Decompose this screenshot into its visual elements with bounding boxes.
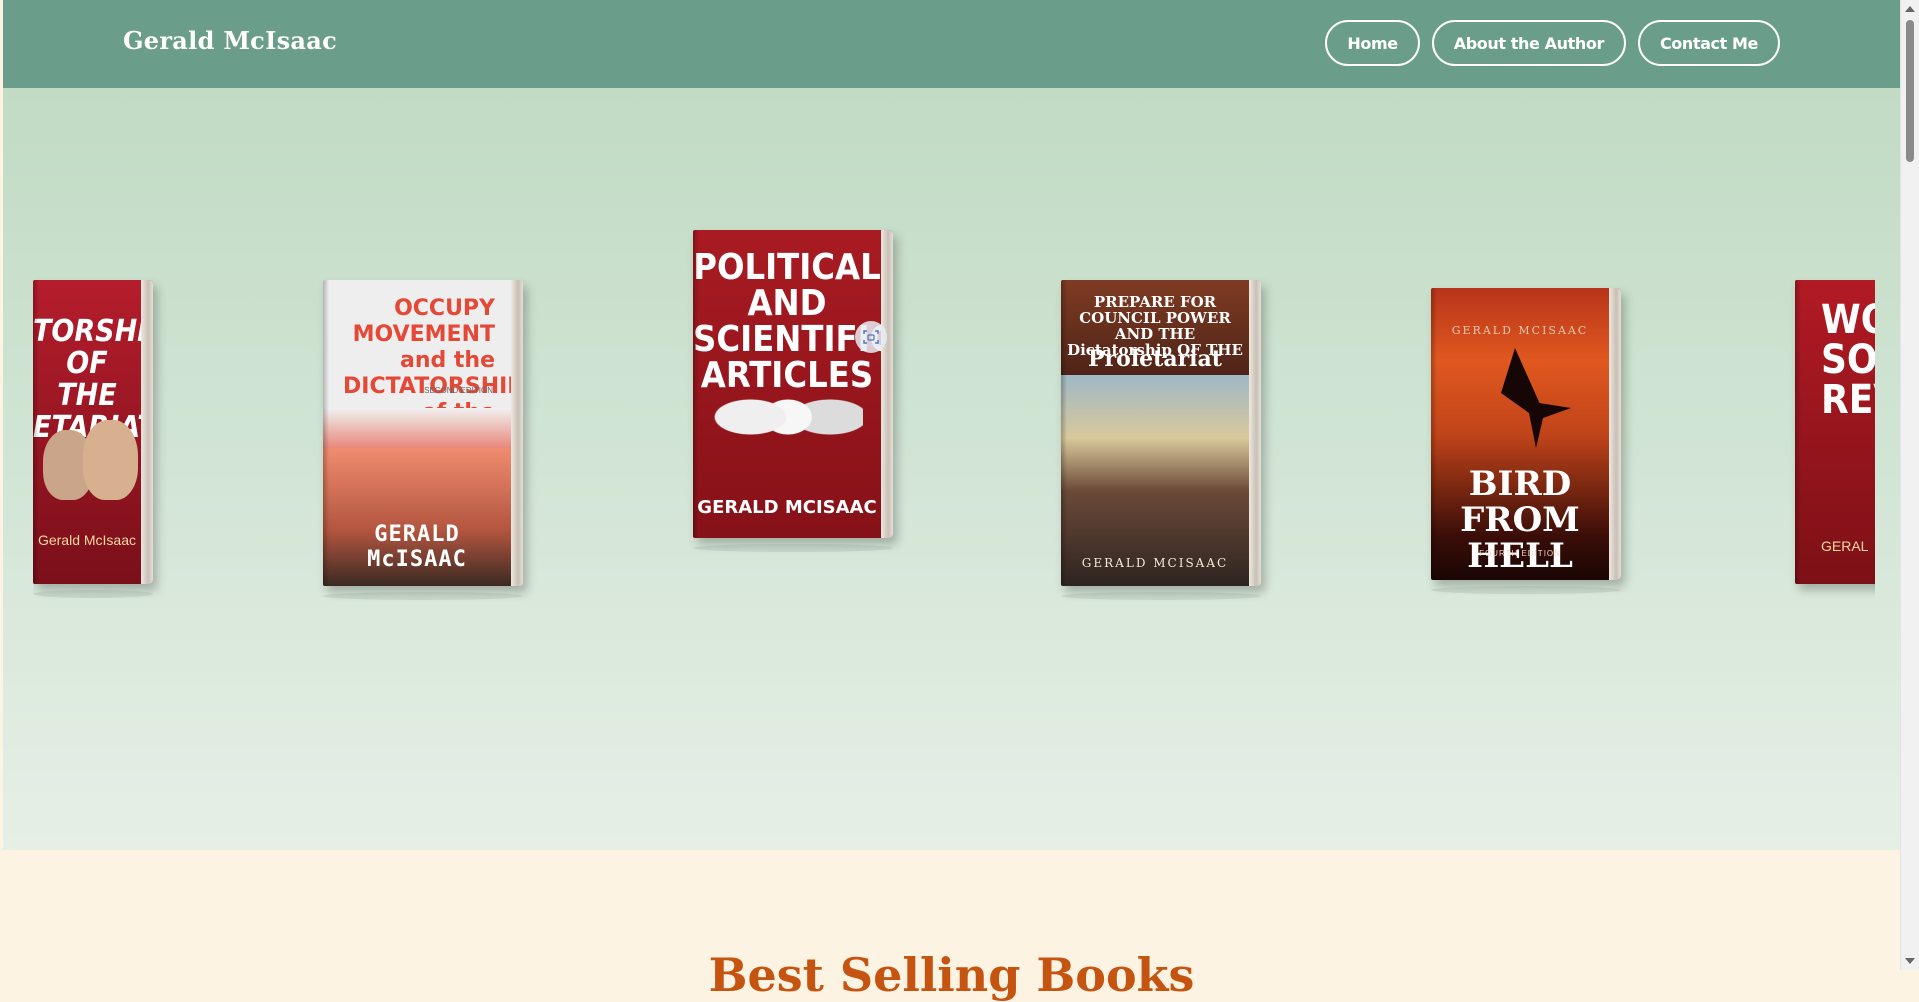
book-edition: SECOND EDITION xyxy=(424,386,493,395)
nav-home-button[interactable]: Home xyxy=(1325,20,1420,66)
book-author: GERALD MCISAAC xyxy=(1451,324,1589,337)
vertical-scrollbar[interactable] xyxy=(1900,0,1919,970)
book-title: WO SOC REVO xyxy=(1821,297,1875,423)
book-author: GERALD MCISAAC xyxy=(697,497,877,518)
main-nav: Home About the Author Contact Me xyxy=(1325,20,1780,66)
book-cover[interactable]: WO SOC REVO GERAL xyxy=(1795,280,1875,584)
site-logo[interactable]: Gerald McIsaac xyxy=(123,26,337,55)
nav-contact-button[interactable]: Contact Me xyxy=(1637,20,1780,66)
book-carousel: TORSHIP OF THE ETARIAT Gerald McIsaac OC… xyxy=(3,88,1900,850)
scan-icon[interactable] xyxy=(855,321,887,353)
dragon-illustration xyxy=(1501,348,1571,448)
book-author: Gerald McIsaac xyxy=(37,532,137,548)
scroll-up-icon[interactable] xyxy=(1905,6,1915,12)
site-header: Gerald McIsaac Home About the Author Con… xyxy=(3,0,1900,88)
book-author: GERALD MCISAAC xyxy=(1081,556,1229,570)
book-title-emphasis: Proletariat xyxy=(1088,346,1222,372)
book-edition: FOURTH EDITION xyxy=(1479,549,1561,558)
book-cover[interactable]: POLITICAL AND SCIENTIFIC ARTICLES GERALD… xyxy=(693,230,893,538)
section-title: Best Selling Books xyxy=(708,948,1195,1002)
carousel-track: TORSHIP OF THE ETARIAT Gerald McIsaac OC… xyxy=(33,88,1875,850)
best-selling-section: Best Selling Books xyxy=(3,850,1900,1002)
book-cover[interactable]: TORSHIP OF THE ETARIAT Gerald McIsaac xyxy=(33,280,153,584)
nav-about-button[interactable]: About the Author xyxy=(1431,20,1626,66)
book-author: GERAL xyxy=(1821,538,1869,554)
book-cover[interactable]: PREPARE FOR COUNCIL POWER AND THE Dictat… xyxy=(1061,280,1261,586)
scroll-thumb[interactable] xyxy=(1906,20,1914,162)
book-author: GERALD McISAAC xyxy=(367,522,467,572)
scroll-down-icon[interactable] xyxy=(1905,958,1915,964)
book-cover[interactable]: OCCUPY MOVEMENT and the DICTATORSHIP of … xyxy=(323,280,523,586)
book-cover[interactable]: GERALD MCISAAC BIRD FROM HELL FOURTH EDI… xyxy=(1431,288,1621,580)
